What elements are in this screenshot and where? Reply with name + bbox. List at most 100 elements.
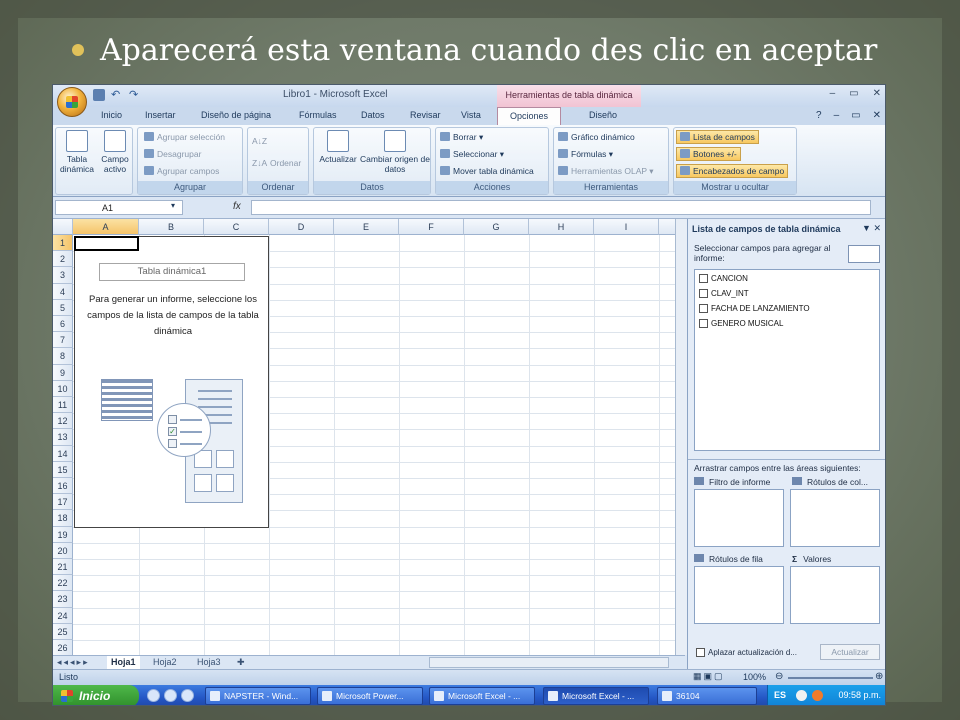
zoom-level[interactable]: 100% (743, 672, 766, 682)
redo-icon[interactable]: ↷ (129, 89, 141, 101)
sort-az-icon[interactable]: A↓Z (252, 136, 267, 146)
undo-icon[interactable]: ↶ (111, 89, 123, 101)
minimize-icon[interactable]: – (830, 88, 836, 99)
column-header[interactable]: A (73, 219, 139, 235)
agrupar-seleccion-button[interactable]: Agrupar selección (144, 132, 225, 142)
taskbar-item[interactable]: 36104 (657, 687, 757, 705)
insert-sheet-icon[interactable]: ✚ (237, 656, 245, 669)
row-header[interactable]: 6 (53, 316, 73, 333)
tab-formulas[interactable]: Fórmulas (299, 110, 337, 120)
olap-button[interactable]: Herramientas OLAP ▾ (558, 166, 654, 177)
tray-icon[interactable] (812, 690, 823, 701)
taskbar-item-active[interactable]: Microsoft Excel - ... (543, 687, 649, 705)
layout-dropdown-button[interactable] (848, 245, 880, 263)
defer-update-option[interactable]: Aplazar actualización d... (696, 648, 797, 657)
lista-campos-button[interactable]: Lista de campos (676, 130, 759, 144)
restore-icon[interactable]: ▭ (851, 110, 860, 121)
field-item[interactable]: GENERO MUSICAL (699, 319, 783, 328)
row-header[interactable]: 2 (53, 251, 73, 268)
row-header[interactable]: 9 (53, 364, 73, 381)
checkbox-icon[interactable] (699, 319, 708, 328)
column-labels-area[interactable] (790, 489, 880, 547)
tab-revisar[interactable]: Revisar (410, 110, 441, 120)
minimize-icon[interactable]: – (834, 110, 840, 121)
field-item[interactable]: FACHA DE LANZAMIENTO (699, 304, 810, 313)
row-header[interactable]: 12 (53, 413, 73, 430)
column-header[interactable]: E (334, 219, 399, 235)
pane-divider[interactable] (688, 459, 885, 460)
row-header[interactable]: 19 (53, 526, 73, 543)
grafico-dinamico-button[interactable]: Gráfico dinámico (558, 132, 635, 142)
browser-icon[interactable] (147, 689, 160, 702)
taskbar-item[interactable]: Microsoft Excel - ... (429, 687, 535, 705)
row-header[interactable]: 13 (53, 429, 73, 446)
botones-button[interactable]: Botones +/- (676, 147, 741, 161)
row-header[interactable]: 17 (53, 494, 73, 511)
row-header[interactable]: 4 (53, 283, 73, 300)
language-indicator[interactable]: ES (774, 690, 786, 700)
active-cell[interactable] (74, 236, 139, 251)
column-header[interactable]: F (399, 219, 464, 235)
close-icon[interactable]: ✕ (873, 88, 881, 99)
row-header[interactable]: 11 (53, 397, 73, 414)
actualizar-button[interactable]: Actualizar (318, 130, 358, 164)
checkbox-icon[interactable] (699, 304, 708, 313)
sheet-tab-hoja1[interactable]: Hoja1 (107, 656, 140, 669)
save-icon[interactable] (93, 89, 105, 101)
start-button[interactable]: Inicio (53, 685, 139, 705)
tab-diseno-pagina[interactable]: Diseño de página (201, 110, 271, 120)
row-header[interactable]: 26 (53, 640, 73, 655)
taskbar-item[interactable]: NAPSTER - Wind... (205, 687, 311, 705)
tab-insertar[interactable]: Insertar (145, 110, 176, 120)
vertical-scrollbar[interactable] (675, 219, 687, 655)
formula-input[interactable] (251, 200, 871, 215)
row-header[interactable]: 20 (53, 542, 73, 559)
pane-options[interactable]: ▼ ✕ (862, 223, 881, 234)
tab-diseno[interactable]: Diseño (589, 110, 617, 120)
row-header[interactable]: 23 (53, 591, 73, 608)
checkbox-icon[interactable] (699, 274, 708, 283)
restore-icon[interactable]: ▭ (849, 88, 858, 99)
row-header[interactable]: 15 (53, 461, 73, 478)
desagrupar-button[interactable]: Desagrupar (144, 149, 201, 159)
tab-vista[interactable]: Vista (461, 110, 481, 120)
tab-opciones[interactable]: Opciones (497, 107, 562, 125)
player-icon[interactable] (181, 689, 194, 702)
name-box[interactable]: A1 (55, 200, 183, 215)
fx-icon[interactable]: fx (233, 201, 241, 212)
row-header[interactable]: 7 (53, 332, 73, 349)
column-header[interactable]: H (529, 219, 594, 235)
sheet-tab-hoja3[interactable]: Hoja3 (197, 656, 221, 669)
horizontal-scrollbar[interactable] (429, 657, 669, 668)
sheet-nav-icon[interactable]: ◂◂◂▸▸ (57, 656, 90, 669)
campo-activo-button[interactable]: Campo activo (98, 130, 132, 174)
column-header[interactable]: I (594, 219, 659, 235)
column-header[interactable]: B (139, 219, 204, 235)
chevron-down-icon[interactable]: ▾ (171, 201, 175, 210)
zoom-out-icon[interactable]: ⊖ (775, 671, 783, 682)
row-header[interactable]: 16 (53, 478, 73, 495)
row-header[interactable]: 18 (53, 510, 73, 527)
checkbox-icon[interactable] (699, 289, 708, 298)
row-header[interactable]: 5 (53, 299, 73, 316)
encabezados-button[interactable]: Encabezados de campo (676, 164, 789, 178)
taskbar-item[interactable]: Microsoft Power... (317, 687, 423, 705)
close-icon[interactable]: ✕ (873, 110, 881, 121)
agrupar-campos-button[interactable]: Agrupar campos (144, 166, 219, 176)
borrar-button[interactable]: Borrar ▾ (440, 132, 483, 143)
chevron-down-icon[interactable]: ▼ (862, 223, 871, 233)
zoom-slider[interactable] (788, 677, 873, 679)
help-icon[interactable]: ? (816, 110, 822, 121)
column-header[interactable]: D (269, 219, 334, 235)
ordenar-button[interactable]: Ordenar (270, 158, 301, 168)
row-header[interactable]: 8 (53, 348, 73, 365)
office-button[interactable] (57, 87, 87, 117)
row-labels-area[interactable] (694, 566, 784, 624)
media-icon[interactable] (164, 689, 177, 702)
column-header[interactable]: C (204, 219, 269, 235)
row-header[interactable]: 21 (53, 559, 73, 576)
tabla-dinamica-button[interactable]: Tabla dinámica (60, 130, 94, 174)
view-buttons[interactable]: ▦▣▢ (693, 671, 725, 682)
row-header[interactable]: 1 (53, 235, 73, 252)
column-header[interactable]: G (464, 219, 529, 235)
